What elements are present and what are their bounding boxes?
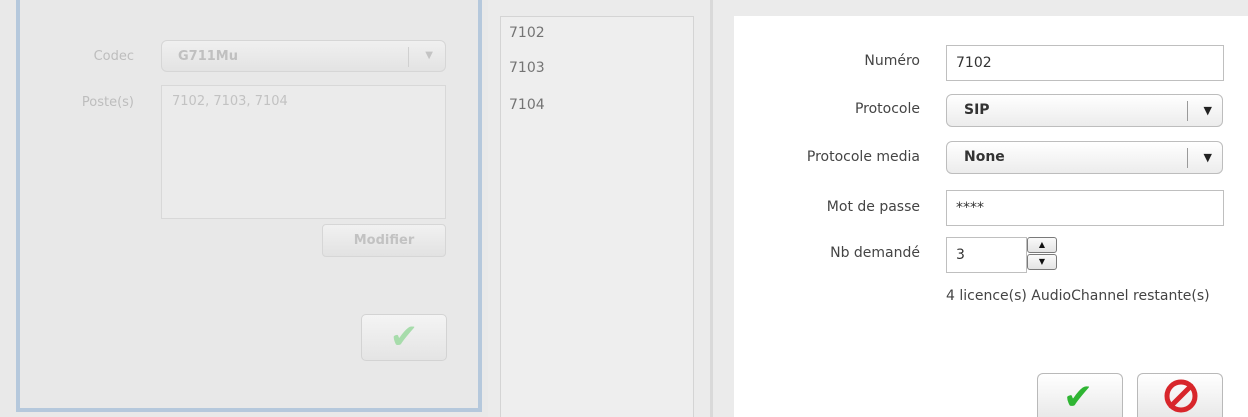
list-item[interactable]: 7102 bbox=[501, 17, 693, 50]
select-separator bbox=[1187, 148, 1188, 168]
protocole-select[interactable]: SIP ▼ bbox=[946, 94, 1223, 127]
protocole-value: SIP bbox=[964, 102, 990, 118]
codec-label: Codec bbox=[93, 49, 134, 64]
chevron-down-icon: ▼ bbox=[1203, 104, 1212, 117]
forbidden-icon bbox=[1164, 379, 1198, 413]
password-label: Mot de passe bbox=[826, 199, 920, 215]
nb-demande-input[interactable]: 3 bbox=[946, 237, 1027, 273]
list-item[interactable]: 7104 bbox=[501, 87, 693, 124]
protocole-media-select[interactable]: None ▼ bbox=[946, 141, 1223, 174]
numero-label: Numéro bbox=[864, 53, 920, 69]
cancel-button[interactable] bbox=[1137, 373, 1223, 417]
select-separator bbox=[408, 47, 409, 67]
check-icon: ✔ bbox=[389, 317, 419, 357]
spin-up-icon[interactable]: ▲ bbox=[1027, 237, 1057, 253]
validate-button-disabled[interactable]: ✔ bbox=[361, 314, 447, 361]
chevron-down-icon: ▼ bbox=[425, 50, 433, 61]
protocole-label: Protocole bbox=[854, 101, 920, 117]
nb-demande-label: Nb demandé bbox=[830, 245, 920, 261]
numero-input[interactable]: 7102 bbox=[946, 45, 1224, 81]
postes-textarea[interactable]: 7102, 7103, 7104 bbox=[161, 85, 446, 219]
codec-value: G711Mu bbox=[178, 49, 238, 64]
panel-divider[interactable] bbox=[710, 0, 713, 417]
codec-panel: Codec G711Mu ▼ Poste(s) 7102, 7103, 7104… bbox=[0, 0, 488, 417]
codec-select[interactable]: G711Mu ▼ bbox=[161, 40, 446, 72]
licence-status: 4 licence(s) AudioChannel restante(s) bbox=[946, 288, 1210, 304]
modifier-button[interactable]: Modifier bbox=[322, 224, 446, 257]
list-item[interactable]: 7103 bbox=[501, 50, 693, 87]
password-input[interactable]: **** bbox=[946, 190, 1224, 226]
protocole-media-label: Protocole media bbox=[806, 149, 920, 165]
chevron-down-icon: ▼ bbox=[1203, 151, 1212, 164]
spin-down-icon[interactable]: ▼ bbox=[1027, 254, 1057, 270]
protocole-media-value: None bbox=[964, 149, 1005, 165]
check-icon: ✔ bbox=[1063, 377, 1094, 417]
select-separator bbox=[1187, 101, 1188, 121]
poste-list[interactable]: 7102 7103 7104 bbox=[500, 16, 694, 417]
nb-demande-stepper: ▲ ▼ bbox=[1027, 237, 1058, 271]
postes-label: Poste(s) bbox=[81, 95, 134, 110]
ok-button[interactable]: ✔ bbox=[1037, 373, 1123, 417]
